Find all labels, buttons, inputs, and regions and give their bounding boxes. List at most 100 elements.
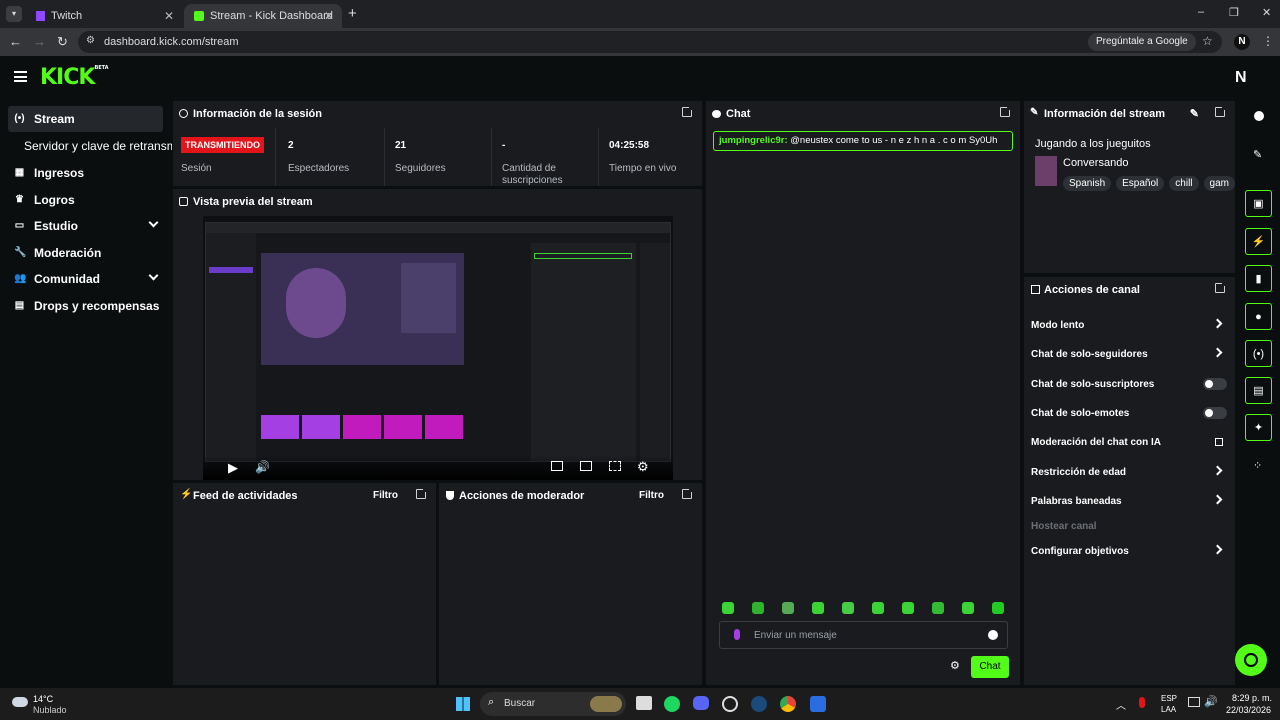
edit-icon[interactable]: ✎ bbox=[1190, 107, 1199, 120]
close-icon[interactable]: ✕ bbox=[324, 9, 334, 23]
rail-button-stream-info[interactable]: ▤ bbox=[1245, 377, 1272, 404]
spotify-icon[interactable] bbox=[664, 696, 680, 712]
emote-icon[interactable] bbox=[992, 602, 1004, 614]
sidebar-item-ingresos[interactable]: ▦ Ingresos bbox=[8, 160, 163, 186]
close-icon[interactable]: ✕ bbox=[164, 9, 174, 23]
site-info-icon[interactable]: ⚙ bbox=[86, 35, 95, 46]
action-followers-only[interactable]: Chat de solo-seguidores bbox=[1031, 343, 1227, 365]
minimize-icon[interactable]: – bbox=[1198, 6, 1204, 18]
info-icon[interactable] bbox=[1254, 111, 1264, 121]
sidebar-item-stream[interactable]: (•) Stream bbox=[8, 106, 163, 132]
weather-cloud-icon[interactable] bbox=[12, 697, 28, 707]
sidebar-item-logros[interactable]: ♛ Logros bbox=[8, 187, 163, 213]
task-view-icon[interactable] bbox=[636, 696, 652, 710]
chat-send-button[interactable]: Chat bbox=[971, 656, 1009, 678]
tag[interactable]: chill bbox=[1169, 176, 1199, 191]
reload-icon[interactable]: ↻ bbox=[57, 34, 68, 50]
settings-gear-icon[interactable]: ⚙ bbox=[637, 459, 649, 475]
expand-icon[interactable] bbox=[682, 105, 694, 117]
rail-button-mod-actions[interactable]: ▮ bbox=[1245, 265, 1272, 292]
sidebar-item-comunidad[interactable]: 👥 Comunidad bbox=[8, 266, 163, 292]
microphone-tray-icon[interactable] bbox=[1139, 697, 1145, 708]
tag[interactable]: Spanish bbox=[1063, 176, 1112, 191]
network-icon[interactable] bbox=[1188, 697, 1200, 707]
discord-icon[interactable] bbox=[693, 696, 709, 710]
expand-icon[interactable] bbox=[1000, 105, 1012, 117]
chat-input[interactable]: Enviar un mensaje bbox=[719, 621, 1008, 649]
microphone-icon[interactable] bbox=[734, 629, 740, 640]
emotes-only-toggle[interactable] bbox=[1203, 407, 1227, 419]
forward-icon[interactable]: → bbox=[33, 34, 46, 49]
tag[interactable]: Español bbox=[1116, 176, 1165, 191]
action-set-goals[interactable]: Configurar objetivos bbox=[1031, 540, 1227, 562]
sidebar-item-drops[interactable]: ▤ Drops y recompensas bbox=[8, 293, 163, 319]
expand-icon[interactable] bbox=[1215, 105, 1227, 117]
chat-message[interactable]: jumpingrelic9r: @neustex come to us - n … bbox=[713, 131, 1013, 151]
pencil-icon[interactable]: ✎ bbox=[1253, 148, 1262, 161]
expand-icon[interactable] bbox=[416, 487, 428, 499]
volume-icon[interactable]: 🔊 bbox=[255, 460, 270, 474]
ask-google-button[interactable]: Pregúntale a Google bbox=[1088, 33, 1196, 51]
new-tab-button[interactable]: + bbox=[348, 5, 357, 22]
emote-icon[interactable] bbox=[812, 602, 824, 614]
rail-button-channel-actions[interactable]: ✦ bbox=[1245, 414, 1272, 441]
rail-button-preview[interactable]: ▣ bbox=[1245, 190, 1272, 217]
volume-tray-icon[interactable]: 🔊 bbox=[1204, 695, 1218, 708]
sidebar-item-estudio[interactable]: ▭ Estudio bbox=[8, 213, 163, 239]
activity-filter-button[interactable]: Filtro bbox=[373, 490, 398, 501]
tray-overflow-icon[interactable]: ︿ bbox=[1116, 697, 1126, 712]
action-banned-words[interactable]: Palabras baneadas bbox=[1031, 490, 1227, 512]
expand-icon[interactable] bbox=[682, 487, 694, 499]
category-name[interactable]: Conversando bbox=[1063, 157, 1128, 169]
theater-mode-icon[interactable] bbox=[580, 461, 592, 471]
emote-icon[interactable] bbox=[782, 602, 794, 614]
tab-twitch[interactable]: Twitch ✕ bbox=[26, 4, 182, 28]
back-icon[interactable]: ← bbox=[9, 34, 22, 49]
window-close-icon[interactable]: ✕ bbox=[1262, 6, 1271, 19]
url-field[interactable]: ⚙ dashboard.kick.com/stream Pregúntale a… bbox=[78, 31, 1222, 53]
bookmark-star-icon[interactable]: ☆ bbox=[1202, 34, 1213, 48]
emote-icon[interactable] bbox=[902, 602, 914, 614]
windows-start-icon[interactable] bbox=[456, 697, 470, 711]
fullscreen-icon[interactable] bbox=[609, 461, 621, 471]
emote-icon[interactable] bbox=[932, 602, 944, 614]
action-age-restriction[interactable]: Restricción de edad bbox=[1031, 461, 1227, 483]
action-ai-moderation[interactable]: Moderación del chat con IA bbox=[1031, 431, 1227, 453]
tab-kick-dashboard[interactable]: Stream - Kick Dashboard ✕ bbox=[184, 4, 342, 28]
sidebar-item-server-key[interactable]: Servidor y clave de retransmisión bbox=[8, 133, 172, 159]
kick-logo[interactable]: KICKBETA bbox=[40, 65, 109, 90]
action-slow-mode[interactable]: Modo lento bbox=[1031, 314, 1227, 336]
more-widgets-icon[interactable]: ⁘ bbox=[1253, 459, 1262, 472]
rail-button-activity[interactable]: ⚡ bbox=[1245, 228, 1272, 255]
emote-icon[interactable] bbox=[872, 602, 884, 614]
mod-filter-button[interactable]: Filtro bbox=[639, 490, 664, 501]
emote-icon[interactable] bbox=[752, 602, 764, 614]
app-icon[interactable] bbox=[810, 696, 826, 712]
language-indicator[interactable]: ESP bbox=[1161, 694, 1177, 703]
chat-settings-gear-icon[interactable]: ⚙ bbox=[950, 659, 960, 672]
emote-icon[interactable] bbox=[722, 602, 734, 614]
rail-button-chat[interactable]: ● bbox=[1245, 303, 1272, 330]
tab-search-button[interactable]: ▾ bbox=[6, 6, 22, 22]
tag[interactable]: gam bbox=[1203, 176, 1235, 191]
subscribers-only-toggle[interactable] bbox=[1203, 378, 1227, 390]
emoji-icon[interactable] bbox=[988, 630, 998, 640]
expand-icon[interactable] bbox=[1215, 281, 1227, 293]
stream-video[interactable]: ▶ 🔊 ⚙ bbox=[203, 216, 673, 480]
support-chat-button[interactable] bbox=[1235, 644, 1267, 676]
chrome-icon[interactable] bbox=[780, 696, 796, 712]
browser-profile-avatar[interactable]: N bbox=[1234, 34, 1250, 50]
maximize-icon[interactable]: ❐ bbox=[1229, 6, 1239, 19]
obs-icon[interactable] bbox=[722, 696, 738, 712]
emote-icon[interactable] bbox=[842, 602, 854, 614]
emote-icon[interactable] bbox=[962, 602, 974, 614]
browser-menu-icon[interactable]: ⋮ bbox=[1262, 34, 1274, 48]
play-icon[interactable]: ▶ bbox=[228, 460, 238, 476]
steam-icon[interactable] bbox=[751, 696, 767, 712]
sidebar-item-moderacion[interactable]: 🔧 Moderación bbox=[8, 240, 163, 266]
clock-date[interactable]: 22/03/2026 bbox=[1226, 705, 1271, 715]
chat-username[interactable]: jumpingrelic9r: bbox=[719, 135, 788, 146]
taskbar-search[interactable]: ⌕ Buscar bbox=[480, 692, 626, 716]
clock-time[interactable]: 8:29 p. m. bbox=[1232, 693, 1272, 703]
picture-in-picture-icon[interactable] bbox=[551, 461, 563, 471]
